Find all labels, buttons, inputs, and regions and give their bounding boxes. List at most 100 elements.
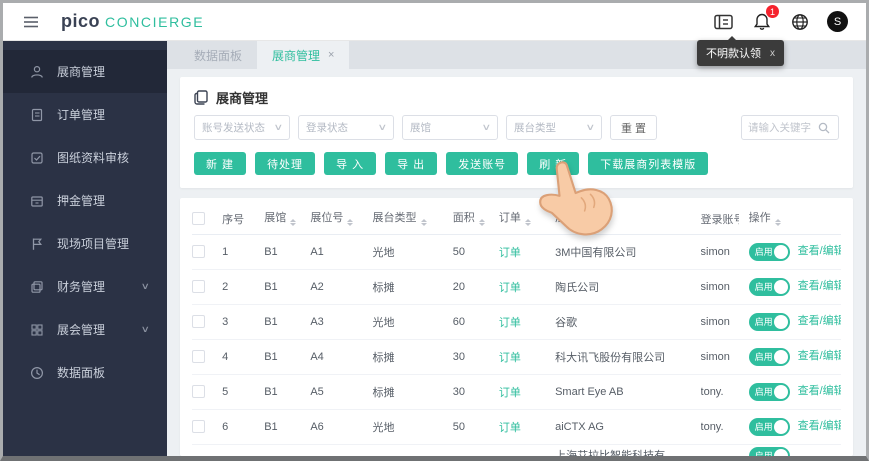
tab-exhibitor-mgmt[interactable]: 展商管理 × [257,41,350,69]
order-link[interactable]: 订单 [499,387,521,399]
enable-toggle[interactable]: 启用 [748,417,790,436]
order-link[interactable]: 订单 [499,422,521,434]
user-avatar[interactable]: S [827,11,848,32]
select-placeholder: 展馆 [410,122,431,134]
logo-concierge: CONCIERGE [105,14,205,30]
col-header-operation[interactable]: 操作 [738,204,841,235]
sidebar-item-label: 押金管理 [57,194,106,208]
col-header-exhibitor-name[interactable]: 展商名 [555,204,701,235]
sidebar: 展商管理 订单管理 图纸资料审核 押金管理 现场项目管理 财务管理 ∨ 展会管理… [3,41,167,456]
sidebar-item-data-panel[interactable]: 数据面板 [3,351,167,394]
language-globe-icon[interactable] [789,11,810,32]
col-header-hall[interactable]: 展馆 [264,204,311,235]
refresh-button[interactable]: 刷 新 [527,152,580,175]
enable-toggle[interactable]: 启用 [748,277,790,296]
tab-data-panel[interactable]: 数据面板 [179,41,257,69]
enable-toggle[interactable]: 启用 [748,242,790,261]
enable-toggle[interactable]: 启用 [748,446,790,456]
claims-icon[interactable] [713,11,734,32]
sidebar-item-drawing-review[interactable]: 图纸资料审核 [3,136,167,179]
order-link[interactable]: 订单 [499,282,521,294]
pending-button[interactable]: 待处理 [255,152,316,175]
col-header-no: 序号 [222,204,265,235]
order-link[interactable]: 订单 [499,247,521,259]
view-edit-link[interactable]: 查看/编辑 [798,245,841,257]
row-checkbox[interactable] [192,245,205,258]
data-panel-icon [30,366,44,379]
col-header-booth[interactable]: 展位号 [310,204,373,235]
table-row: 4 B1 A4 标摊 30 订单 科大讯飞股份有限公司 simon 启用 查看/编辑 [192,339,841,375]
row-checkbox[interactable] [192,315,205,328]
filter-booth-type[interactable]: 展台类型 ∨ [506,115,602,140]
table-header-row: 序号 展馆 展位号 展台类型 面积 订单 展商名 登录账号 操作 [192,204,841,235]
table-row: 1 B1 A1 光地 50 订单 3M中国有限公司 simon 启用 查看/编辑 [192,234,841,270]
row-checkbox[interactable] [192,350,205,363]
chevron-down-icon: ∨ [377,122,388,132]
search-icon[interactable] [818,122,830,134]
new-button[interactable]: 新 建 [194,152,247,175]
enable-toggle[interactable]: 启用 [748,382,790,401]
sidebar-item-exhibition-mgmt[interactable]: 展会管理 ∨ [3,308,167,351]
main-area: 数据面板 展商管理 × 展商管理 账号发送状态 ∨ 登录状态 ∨ 展馆 ∨ 展台… [167,41,866,456]
sort-icon[interactable] [478,216,485,229]
filter-account-send-status[interactable]: 账号发送状态 ∨ [194,115,290,140]
app-logo: pico CONCIERGE [61,11,204,32]
app-window: pico CONCIERGE 1 S 不明款认领 x 展商管理 订单管理 图纸资… [0,0,869,461]
row-checkbox[interactable] [192,280,205,293]
sort-icon[interactable] [290,216,297,229]
topbar-actions: 1 S [713,5,848,32]
sidebar-item-deposit-mgmt[interactable]: 押金管理 [3,179,167,222]
tooltip-close-icon[interactable]: x [770,48,775,59]
enable-toggle[interactable]: 启用 [748,312,790,331]
sort-icon[interactable] [524,216,531,229]
view-edit-link[interactable]: 查看/编辑 [798,280,841,292]
sort-icon[interactable] [774,216,781,229]
sidebar-item-label: 订单管理 [57,108,106,122]
sort-icon[interactable] [420,216,427,229]
sidebar-item-label: 数据面板 [57,366,106,380]
col-header-order[interactable]: 订单 [498,204,556,235]
col-header-login-account[interactable]: 登录账号 [700,204,739,235]
table-row: 上海艾拉比智能科技有 启用 [192,444,841,456]
export-button[interactable]: 导 出 [385,152,438,175]
sidebar-item-exhibitor-mgmt[interactable]: 展商管理 [3,50,167,93]
chevron-down-icon: ∨ [273,122,284,132]
filter-hall[interactable]: 展馆 ∨ [402,115,498,140]
send-account-button[interactable]: 发送账号 [446,152,519,175]
tooltip-text: 不明款认领 [706,48,761,60]
table-row: 6 B1 A6 光地 50 订单 aiCTX AG tony. 启用 查看/编辑 [192,409,841,445]
keyword-search-input[interactable] [748,121,818,134]
order-link[interactable]: 订单 [499,317,521,329]
select-all-checkbox[interactable] [192,212,205,226]
download-exhibitor-template-button[interactable]: 下载展商列表模版 [588,152,709,175]
sidebar-item-onsite-project-mgmt[interactable]: 现场项目管理 [3,222,167,265]
col-header-area[interactable]: 面积 [452,204,499,235]
hamburger-menu-icon[interactable] [23,15,39,29]
sidebar-item-finance-mgmt[interactable]: 财务管理 ∨ [3,265,167,308]
drawing-review-icon [31,151,43,164]
deposit-icon [31,195,43,207]
row-checkbox[interactable] [192,420,205,433]
row-checkbox[interactable] [192,385,205,398]
import-button[interactable]: 导 入 [324,152,377,175]
sidebar-item-label: 展商管理 [57,65,106,79]
view-edit-link[interactable]: 查看/编辑 [798,385,841,397]
view-edit-link[interactable]: 查看/编辑 [798,350,841,362]
order-link[interactable]: 订单 [499,352,521,364]
sidebar-item-order-mgmt[interactable]: 订单管理 [3,93,167,136]
chevron-down-icon: ∨ [141,324,151,334]
tab-close-icon[interactable]: × [328,49,334,61]
enable-toggle[interactable]: 启用 [748,347,790,366]
table-row: 5 B1 A5 标摊 30 订单 Smart Eye AB tony. 启用 查看/编辑 [192,374,841,410]
sort-icon[interactable] [347,216,354,229]
toggle-knob [773,279,788,294]
col-header-booth-type[interactable]: 展台类型 [372,204,453,235]
notification-bell-icon[interactable]: 1 [751,5,779,32]
exhibition-icon [31,323,43,336]
toggle-knob [773,419,788,434]
filter-login-status[interactable]: 登录状态 ∨ [298,115,394,140]
reset-button[interactable]: 重 置 [610,115,658,140]
sort-icon[interactable] [592,216,599,229]
view-edit-link[interactable]: 查看/编辑 [798,420,841,432]
view-edit-link[interactable]: 查看/编辑 [798,315,841,327]
